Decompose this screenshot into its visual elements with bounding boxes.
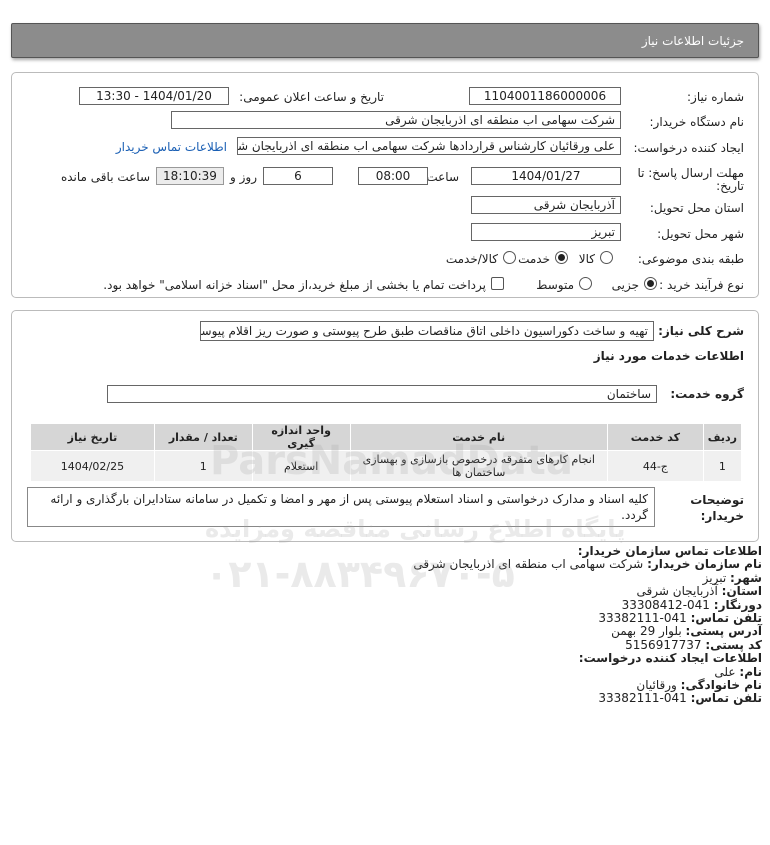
contact-postal-value: 5156917737 <box>625 637 702 652</box>
col-need-date: تاریخ نیاز <box>30 423 155 451</box>
service-group-field: ساختمان <box>107 385 657 403</box>
buyer-notes-field: کلیه اسناد و مدارک درخواستی و اسناد استع… <box>27 487 655 527</box>
contact-address-label: آدرس پستی: <box>685 624 762 639</box>
deadline-time-label: ساعت <box>426 170 459 184</box>
col-service-code: کد خدمت <box>606 423 704 451</box>
cell-need-date: 1404/02/25 <box>30 450 155 482</box>
contact-province-label: استان: <box>721 584 762 599</box>
category-radio-service[interactable] <box>555 251 568 264</box>
creator-name-label: نام: <box>739 664 762 679</box>
contact-heading: اطلاعات تماس سازمان خریدار: <box>577 544 762 558</box>
notes-label-buyer: خریدار: <box>700 509 744 523</box>
cell-service-name: انجام کارهای متفرقه درخصوص بازسازی و بهس… <box>349 450 608 482</box>
process-option-medium: متوسط <box>536 278 574 292</box>
contact-info: اطلاعات تماس سازمان خریدار: نام سازمان خ… <box>362 544 762 706</box>
contact-org-row: نام سازمان خریدار: شرکت سهامی اب منطقه ا… <box>362 558 762 571</box>
services-heading: اطلاعات خدمات مورد نیاز <box>593 349 744 363</box>
category-option-goods-service: کالا/خدمت <box>445 252 498 266</box>
creator-phone-value: 041-33382111 <box>598 691 687 706</box>
deadline-time-field: 08:00 <box>358 167 428 185</box>
contact-phone-value: 041-33382111 <box>598 610 687 625</box>
cell-service-code: ج-44 <box>606 450 704 482</box>
page-title: جزئیات اطلاعات نیاز <box>641 34 744 48</box>
need-details-panel: شرح کلی نیاز: تهیه و ساخت دکوراسیون داخل… <box>11 310 759 542</box>
creator-field: علی ورقائیان کارشناس قراردادها شرکت سهام… <box>237 137 621 155</box>
deadline-date-label: تاریخ: <box>716 179 744 193</box>
contact-fax-row: دورنگار: 041-33308412 <box>362 597 762 612</box>
contact-postal-row: کد پستی: 5156917737 <box>362 637 762 652</box>
category-option-service: خدمت <box>518 252 550 266</box>
buyer-field: شرکت سهامی اب منطقه ای اذربایجان شرقی <box>171 111 621 129</box>
days-field: 6 <box>263 167 333 185</box>
remaining-label: ساعت باقی مانده <box>60 170 150 184</box>
col-service-name: نام خدمت <box>349 423 608 451</box>
summary-label: شرح کلی نیاز: <box>658 324 744 338</box>
creator-heading: اطلاعات ایجاد کننده درخواست: <box>578 651 762 666</box>
treasury-payment-checkbox[interactable] <box>491 277 504 290</box>
process-radio-minor[interactable] <box>644 277 657 290</box>
contact-fax-value: 041-33308412 <box>621 597 710 612</box>
service-group-label: گروه خدمت: <box>670 387 744 401</box>
contact-address-row: آدرس پستی: بلوار 29 بهمن <box>362 625 762 638</box>
creator-family-value: ورقائیان <box>636 677 677 692</box>
city-label: شهر محل تحویل: <box>657 227 744 241</box>
process-option-minor: جزیی <box>611 278 639 292</box>
cell-row-number: 1 <box>702 450 743 482</box>
summary-field: تهیه و ساخت دکوراسیون داخلی اتاق مناقصات… <box>200 321 654 341</box>
table-row: 1 ج-44 انجام کارهای متفرقه درخصوص بازساز… <box>30 450 743 482</box>
process-label: نوع فرآیند خرید : <box>659 278 744 292</box>
contact-province-row: استان: آذربایجان شرقی <box>362 584 762 599</box>
page-header: جزئیات اطلاعات نیاز <box>11 23 759 58</box>
category-radio-goods[interactable] <box>600 251 613 264</box>
contact-address-value: بلوار 29 بهمن <box>611 624 682 639</box>
contact-city-label: شهر: <box>730 570 762 585</box>
treasury-payment-note: پرداخت تمام یا بخشی از مبلغ خرید،از محل … <box>103 278 486 292</box>
services-table-header: ردیف کد خدمت نام خدمت واحد اندازه گیری ت… <box>30 423 743 451</box>
creator-phone-row: تلفن تماس: 041-33382111 <box>362 692 762 705</box>
need-number-label: شماره نیاز: <box>687 90 744 104</box>
notes-label: توضیحات <box>690 493 744 507</box>
announce-label: تاریخ و ساعت اعلان عمومی: <box>239 90 384 104</box>
process-radio-medium[interactable] <box>579 277 592 290</box>
days-label: روز و <box>230 170 257 184</box>
category-radio-goods-service[interactable] <box>503 251 516 264</box>
contact-fax-label: دورنگار: <box>713 597 762 612</box>
contact-city-value: تبریز <box>702 570 727 585</box>
buyer-contact-link[interactable]: اطلاعات تماس خریدار <box>116 140 227 154</box>
remaining-field: 18:10:39 <box>156 167 224 185</box>
col-unit: واحد اندازه گیری <box>251 423 351 451</box>
city-field: تبریز <box>471 223 621 241</box>
col-row-number: ردیف <box>702 423 743 451</box>
creator-phone-label: تلفن تماس: <box>690 691 762 706</box>
services-table: ردیف کد خدمت نام خدمت واحد اندازه گیری ت… <box>30 423 743 482</box>
creator-name-row: نام: علی <box>362 664 762 679</box>
contact-province-value: آذربایجان شرقی <box>636 584 718 599</box>
need-info-panel: شماره نیاز: 1104001186000006 تاریخ و ساع… <box>11 72 759 298</box>
cell-quantity: 1 <box>153 450 253 482</box>
creator-family-label: نام خانوادگی: <box>680 677 762 692</box>
col-quantity: تعداد / مقدار <box>153 423 253 451</box>
province-field: آذربایجان شرقی <box>471 196 621 214</box>
cell-unit: استعلام <box>251 450 351 482</box>
deadline-label: مهلت ارسال پاسخ: تا <box>637 166 744 180</box>
province-label: استان محل تحویل: <box>649 201 744 215</box>
buyer-label: نام دستگاه خریدار: <box>649 115 745 129</box>
creator-name-value: علی <box>714 664 736 679</box>
contact-org-label: نام سازمان خریدار: <box>647 557 762 572</box>
contact-postal-label: کد پستی: <box>705 637 762 652</box>
need-number-field: 1104001186000006 <box>469 87 621 105</box>
announce-field: 1404/01/20 - 13:30 <box>79 87 229 105</box>
contact-phone-label: تلفن تماس: <box>690 610 762 625</box>
category-label: طبقه بندی موضوعی: <box>637 252 744 266</box>
creator-family-row: نام خانوادگی: ورقائیان <box>362 677 762 692</box>
deadline-date-field: 1404/01/27 <box>471 167 621 185</box>
category-option-goods: کالا <box>578 252 595 266</box>
creator-label: ایجاد کننده درخواست: <box>633 141 744 155</box>
contact-org-value: شرکت سهامی اب منطقه ای اذربایجان شرقی <box>413 557 644 572</box>
